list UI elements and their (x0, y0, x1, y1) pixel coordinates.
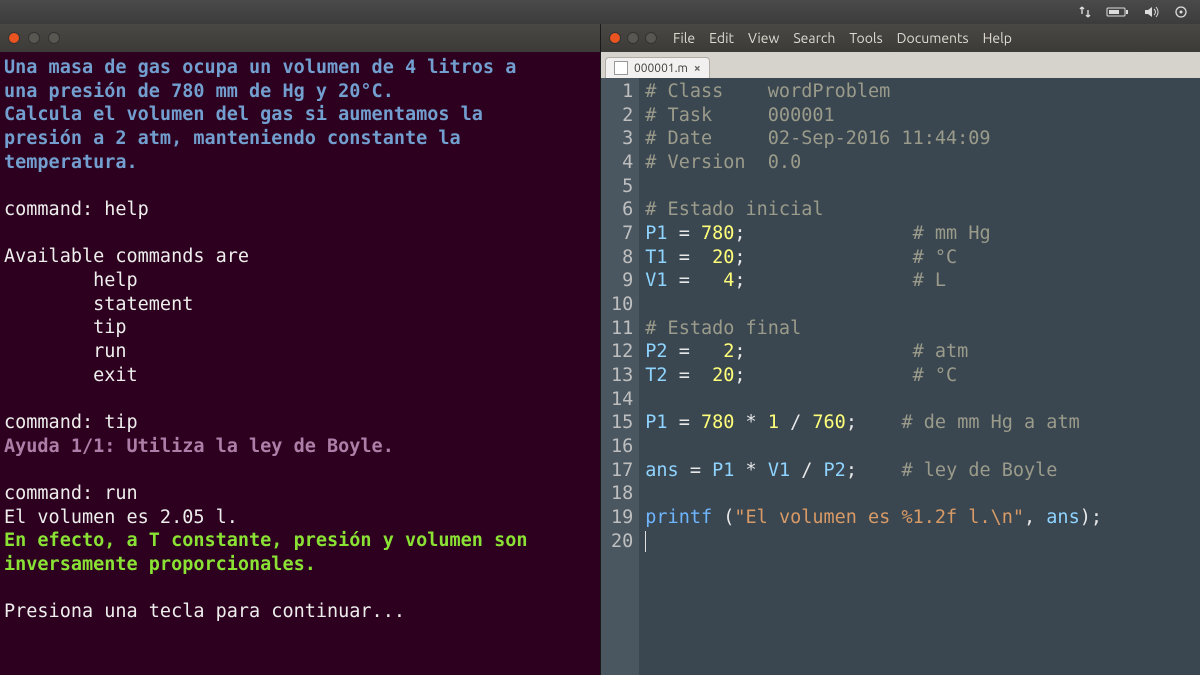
run-explanation: inversamente proporcionales. (4, 554, 316, 575)
minimize-icon[interactable] (28, 32, 40, 44)
problem-text: una presión de 780 mm de Hg y 20°C. (4, 81, 394, 102)
close-icon[interactable] (8, 32, 20, 44)
problem-text: Una masa de gas ocupa un volumen de 4 li… (4, 57, 516, 78)
available-commands-header: Available commands are (4, 246, 249, 267)
prompt-line: command: run (4, 483, 138, 504)
menu-view[interactable]: View (748, 30, 779, 46)
text-cursor (645, 531, 646, 551)
code-line: ans = P1 * V1 / P2; # ley de Boyle (645, 460, 1057, 481)
continue-prompt: Presiona una tecla para continuar... (4, 601, 405, 622)
close-icon[interactable] (609, 32, 621, 44)
command-option: exit (4, 365, 138, 386)
gear-icon[interactable] (1174, 5, 1188, 19)
sound-icon[interactable] (1144, 5, 1160, 19)
code-line: # Estado final (645, 318, 801, 339)
menu-help[interactable]: Help (983, 30, 1012, 46)
maximize-icon[interactable] (645, 32, 657, 44)
code-line: P2 = 2; # atm (645, 341, 968, 362)
code-line: V1 = 4; # L (645, 270, 946, 291)
menu-edit[interactable]: Edit (709, 30, 734, 46)
problem-text: Calcula el volumen del gas si aumentamos… (4, 104, 483, 125)
command-option: statement (4, 294, 193, 315)
command-option: run (4, 341, 127, 362)
run-explanation: En efecto, a T constante, presión y volu… (4, 530, 527, 551)
problem-text: temperatura. (4, 152, 138, 173)
tab-close-icon[interactable]: × (694, 62, 701, 75)
code-line: # Class wordProblem (645, 81, 890, 102)
minimize-icon[interactable] (627, 32, 639, 44)
code-line: # Date 02-Sep-2016 11:44:09 (645, 128, 990, 149)
tip-output: Ayuda 1/1: Utiliza la ley de Boyle. (4, 436, 394, 457)
editor-body[interactable]: 1 2 3 4 5 6 7 8 9 10 11 12 13 14 15 16 1… (601, 78, 1200, 675)
menu-search[interactable]: Search (793, 30, 835, 46)
file-icon (614, 61, 628, 75)
code-line: T2 = 20; # °C (645, 365, 957, 386)
command-option: tip (4, 317, 127, 338)
code-line: # Task 000001 (645, 105, 834, 126)
menu-documents[interactable]: Documents (897, 30, 969, 46)
prompt-line: command: help (4, 199, 149, 220)
menu-file[interactable]: File (673, 30, 695, 46)
problem-text: presión a 2 atm, manteniendo constante l… (4, 128, 461, 149)
editor-tab-bar: 000001.m × (601, 52, 1200, 78)
desktop-top-panel (0, 0, 1200, 24)
prompt-line: command: tip (4, 412, 138, 433)
maximize-icon[interactable] (48, 32, 60, 44)
network-icon[interactable] (1078, 5, 1092, 19)
code-line: printf ("El volumen es %1.2f l.\n", ans)… (645, 507, 1102, 528)
editor-tab[interactable]: 000001.m × (605, 57, 710, 78)
editor-window: File Edit View Search Tools Documents He… (600, 24, 1200, 675)
editor-menubar: File Edit View Search Tools Documents He… (673, 30, 1012, 46)
line-number-gutter: 1 2 3 4 5 6 7 8 9 10 11 12 13 14 15 16 1… (601, 78, 639, 675)
code-line: # Version 0.0 (645, 152, 801, 173)
menu-tools[interactable]: Tools (849, 30, 882, 46)
editor-titlebar[interactable]: File Edit View Search Tools Documents He… (601, 24, 1200, 52)
code-line: P1 = 780 * 1 / 760; # de mm Hg a atm (645, 412, 1079, 433)
tab-label: 000001.m (634, 62, 688, 75)
code-line: T1 = 20; # °C (645, 247, 957, 268)
terminal-window: Una masa de gas ocupa un volumen de 4 li… (0, 24, 600, 675)
battery-icon[interactable] (1106, 6, 1130, 18)
command-option: help (4, 270, 138, 291)
code-area[interactable]: # Class wordProblem # Task 000001 # Date… (639, 78, 1108, 675)
run-output: El volumen es 2.05 l. (4, 507, 238, 528)
code-line: # Estado inicial (645, 199, 823, 220)
terminal-body[interactable]: Una masa de gas ocupa un volumen de 4 li… (0, 52, 600, 675)
code-line: P1 = 780; # mm Hg (645, 223, 990, 244)
windows-container: Una masa de gas ocupa un volumen de 4 li… (0, 24, 1200, 675)
terminal-titlebar[interactable] (0, 24, 600, 52)
